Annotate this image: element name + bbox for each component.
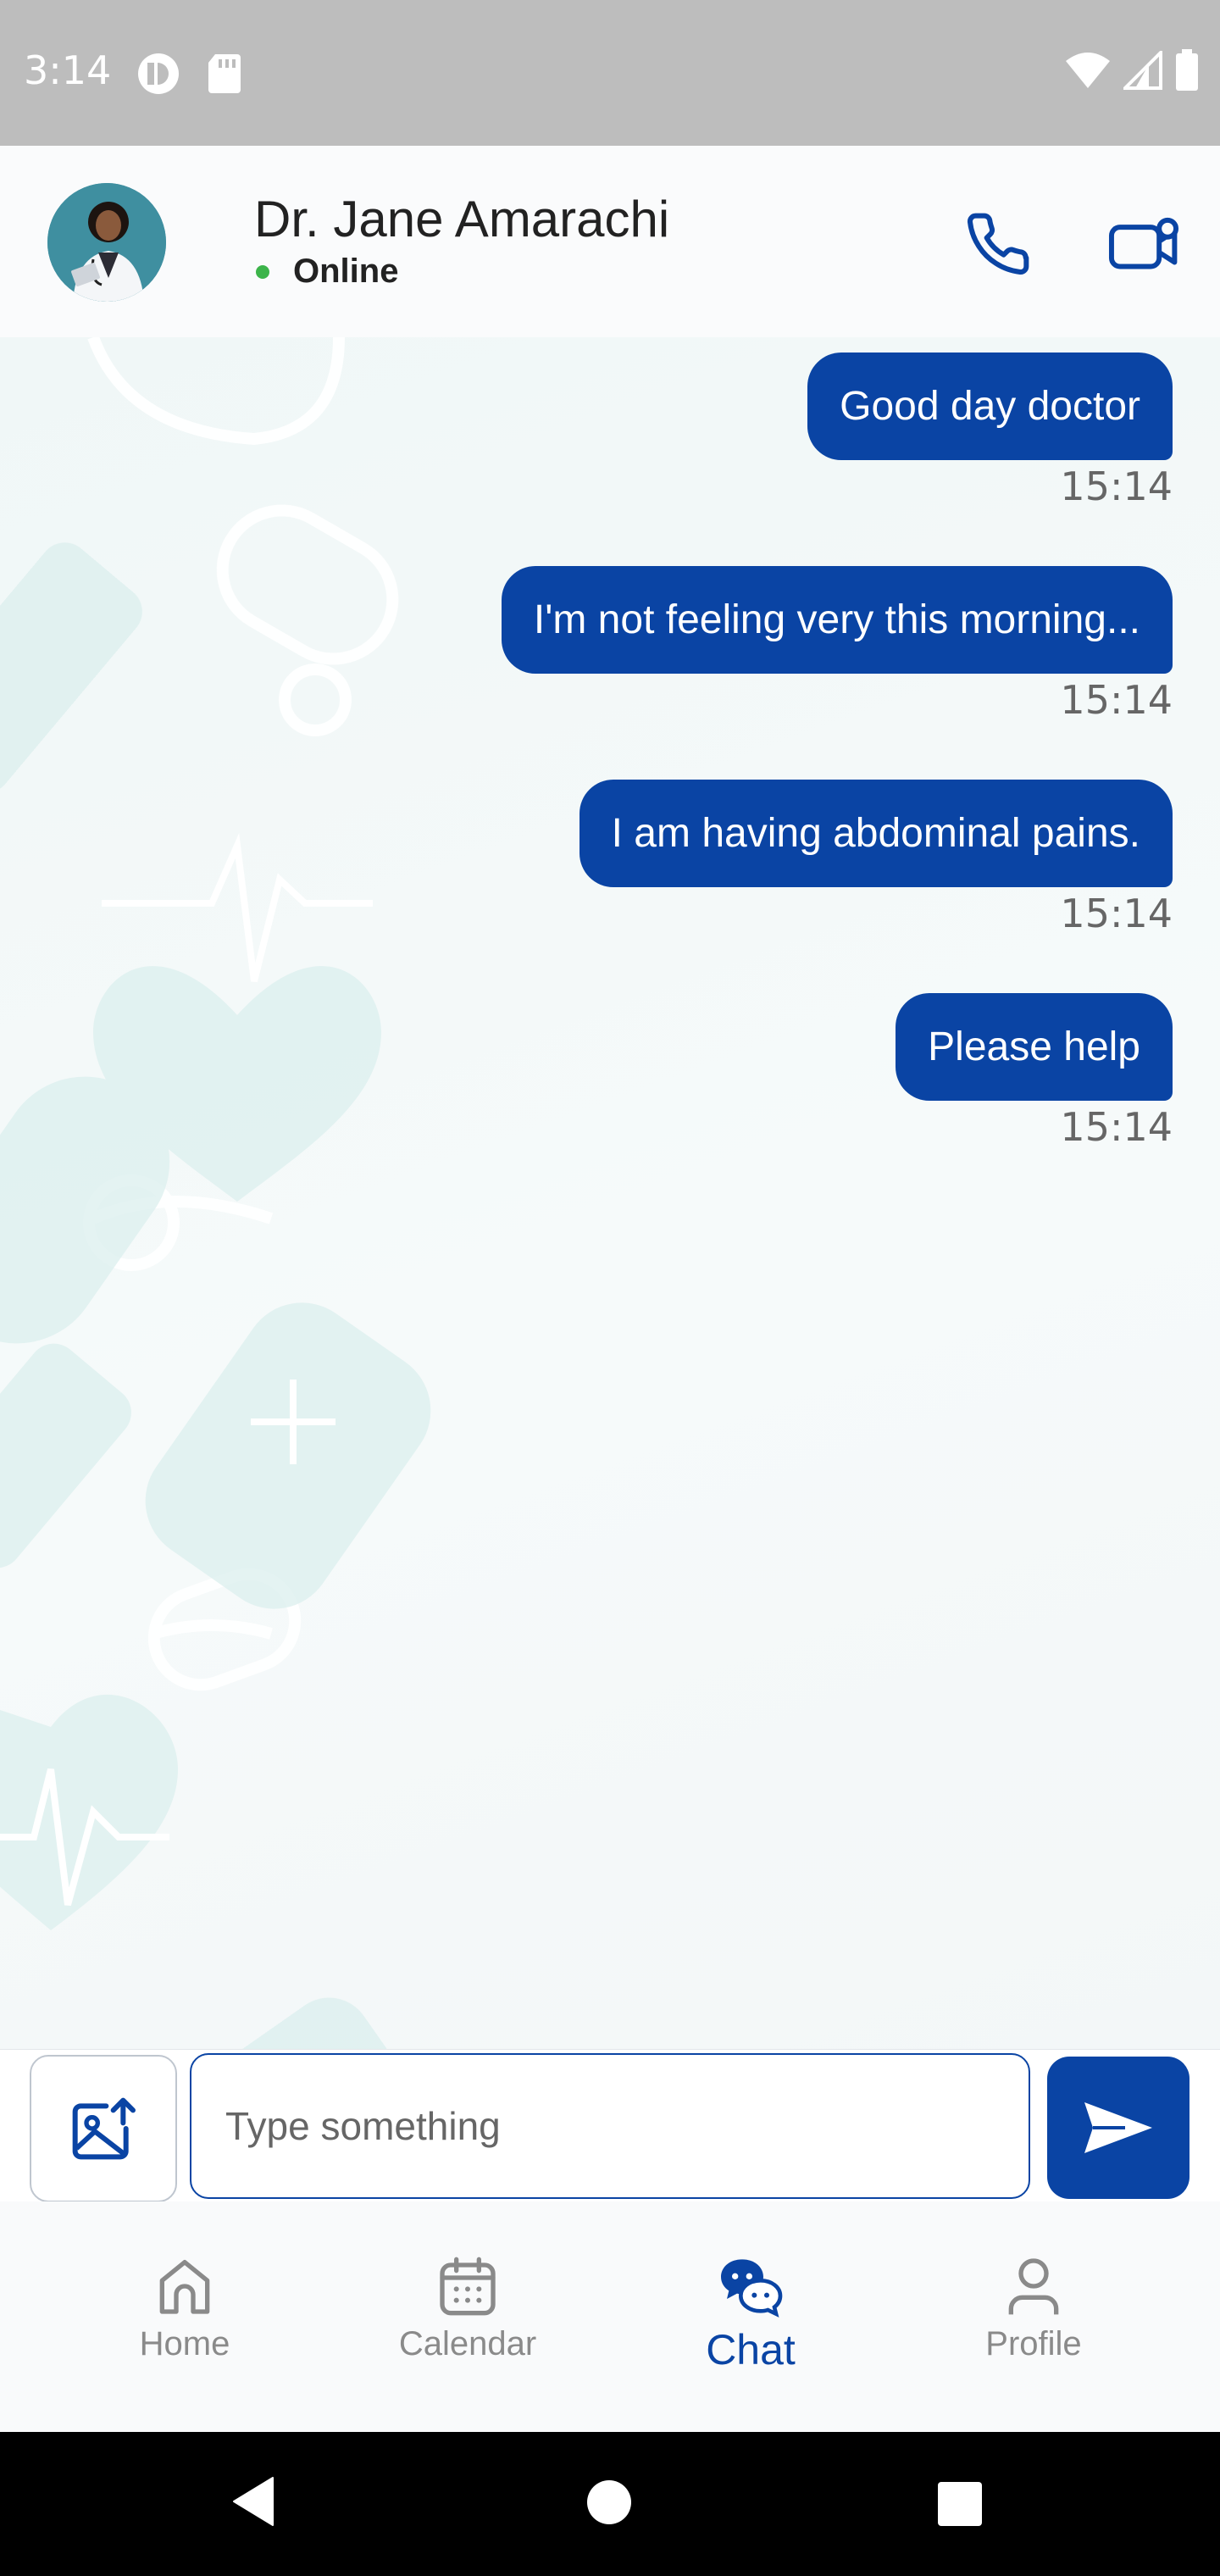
doctor-name: Dr. Jane Amarachi xyxy=(254,191,670,247)
send-button[interactable] xyxy=(1047,2057,1190,2199)
sd-card-icon xyxy=(208,54,241,93)
home-system-icon[interactable] xyxy=(586,2479,632,2525)
message-item: Good day doctor 15:14 xyxy=(807,353,1173,509)
nav-calendar-label: Calendar xyxy=(398,2325,537,2362)
message-composer xyxy=(0,2049,1220,2202)
message-item: I'm not feeling very this morning... 15:… xyxy=(501,566,1173,723)
message-bubble[interactable]: Please help xyxy=(896,993,1173,1101)
nav-profile-label: Profile xyxy=(985,2325,1082,2362)
cellular-signal-icon xyxy=(1123,51,1162,90)
chat-header: Dr. Jane Amarachi Online xyxy=(0,146,1220,337)
recents-icon[interactable] xyxy=(937,2481,983,2527)
chat-bubbles-icon xyxy=(721,2259,783,2318)
message-bubble[interactable]: I am having abdominal pains. xyxy=(579,780,1173,887)
message-item: Please help 15:14 xyxy=(896,993,1173,1150)
video-call-button[interactable] xyxy=(1101,202,1186,286)
image-upload-icon xyxy=(72,2097,136,2160)
wifi-icon xyxy=(1066,53,1110,88)
nav-home[interactable]: Home xyxy=(58,2252,312,2363)
message-bubble[interactable]: I'm not feeling very this morning... xyxy=(501,566,1173,674)
calendar-icon xyxy=(440,2257,496,2316)
phone-icon xyxy=(968,213,1029,275)
online-dot-icon xyxy=(256,264,269,279)
send-icon xyxy=(1084,2102,1152,2153)
message-input[interactable] xyxy=(190,2053,1030,2199)
message-time: 15:14 xyxy=(1060,1104,1173,1150)
battery-icon xyxy=(1176,49,1198,91)
nav-chat[interactable]: Chat xyxy=(624,2252,878,2374)
nav-home-label: Home xyxy=(139,2325,230,2362)
app-notification-icon xyxy=(138,53,179,94)
nav-calendar[interactable]: Calendar xyxy=(341,2252,595,2363)
attach-image-button[interactable] xyxy=(30,2055,177,2202)
nav-profile[interactable]: Profile xyxy=(907,2252,1161,2363)
bottom-navigation: Home Calendar Chat Profile xyxy=(0,2201,1220,2432)
back-icon[interactable] xyxy=(230,2474,281,2529)
message-time: 15:14 xyxy=(1060,891,1173,936)
chat-messages-area[interactable]: Good day doctor 15:14 I'm not feeling ve… xyxy=(0,337,1220,2049)
profile-icon xyxy=(1008,2258,1059,2315)
online-status-label: Online xyxy=(293,253,399,290)
nav-chat-label: Chat xyxy=(706,2326,796,2373)
video-camera-icon xyxy=(1108,217,1179,269)
message-bubble[interactable]: Good day doctor xyxy=(807,353,1173,460)
voice-call-button[interactable] xyxy=(956,202,1040,286)
online-status: Online xyxy=(256,253,398,291)
message-time: 15:14 xyxy=(1060,464,1173,509)
system-navigation-bar xyxy=(0,2432,1220,2576)
doctor-avatar[interactable] xyxy=(47,183,166,302)
message-time: 15:14 xyxy=(1060,677,1173,723)
status-bar: 3:14 xyxy=(0,0,1220,146)
message-item: I am having abdominal pains. 15:14 xyxy=(579,780,1173,936)
home-icon xyxy=(159,2260,210,2314)
status-time: 3:14 xyxy=(24,47,112,93)
